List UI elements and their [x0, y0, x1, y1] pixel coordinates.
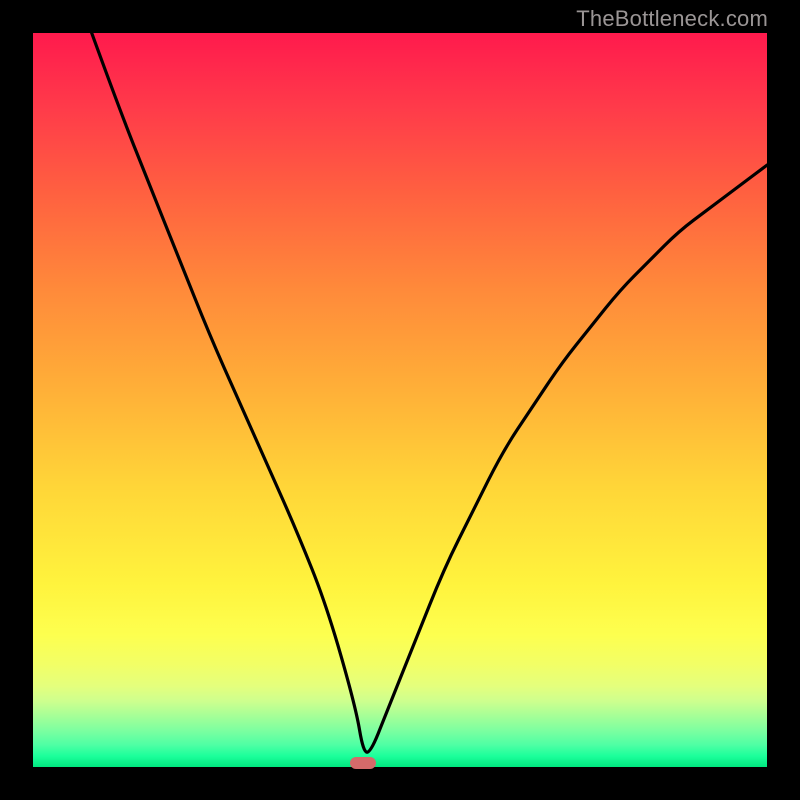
chart-frame: TheBottleneck.com [0, 0, 800, 800]
bottleneck-curve [33, 33, 767, 767]
plot-area [33, 33, 767, 767]
watermark-text: TheBottleneck.com [576, 6, 768, 32]
min-marker [350, 757, 376, 769]
